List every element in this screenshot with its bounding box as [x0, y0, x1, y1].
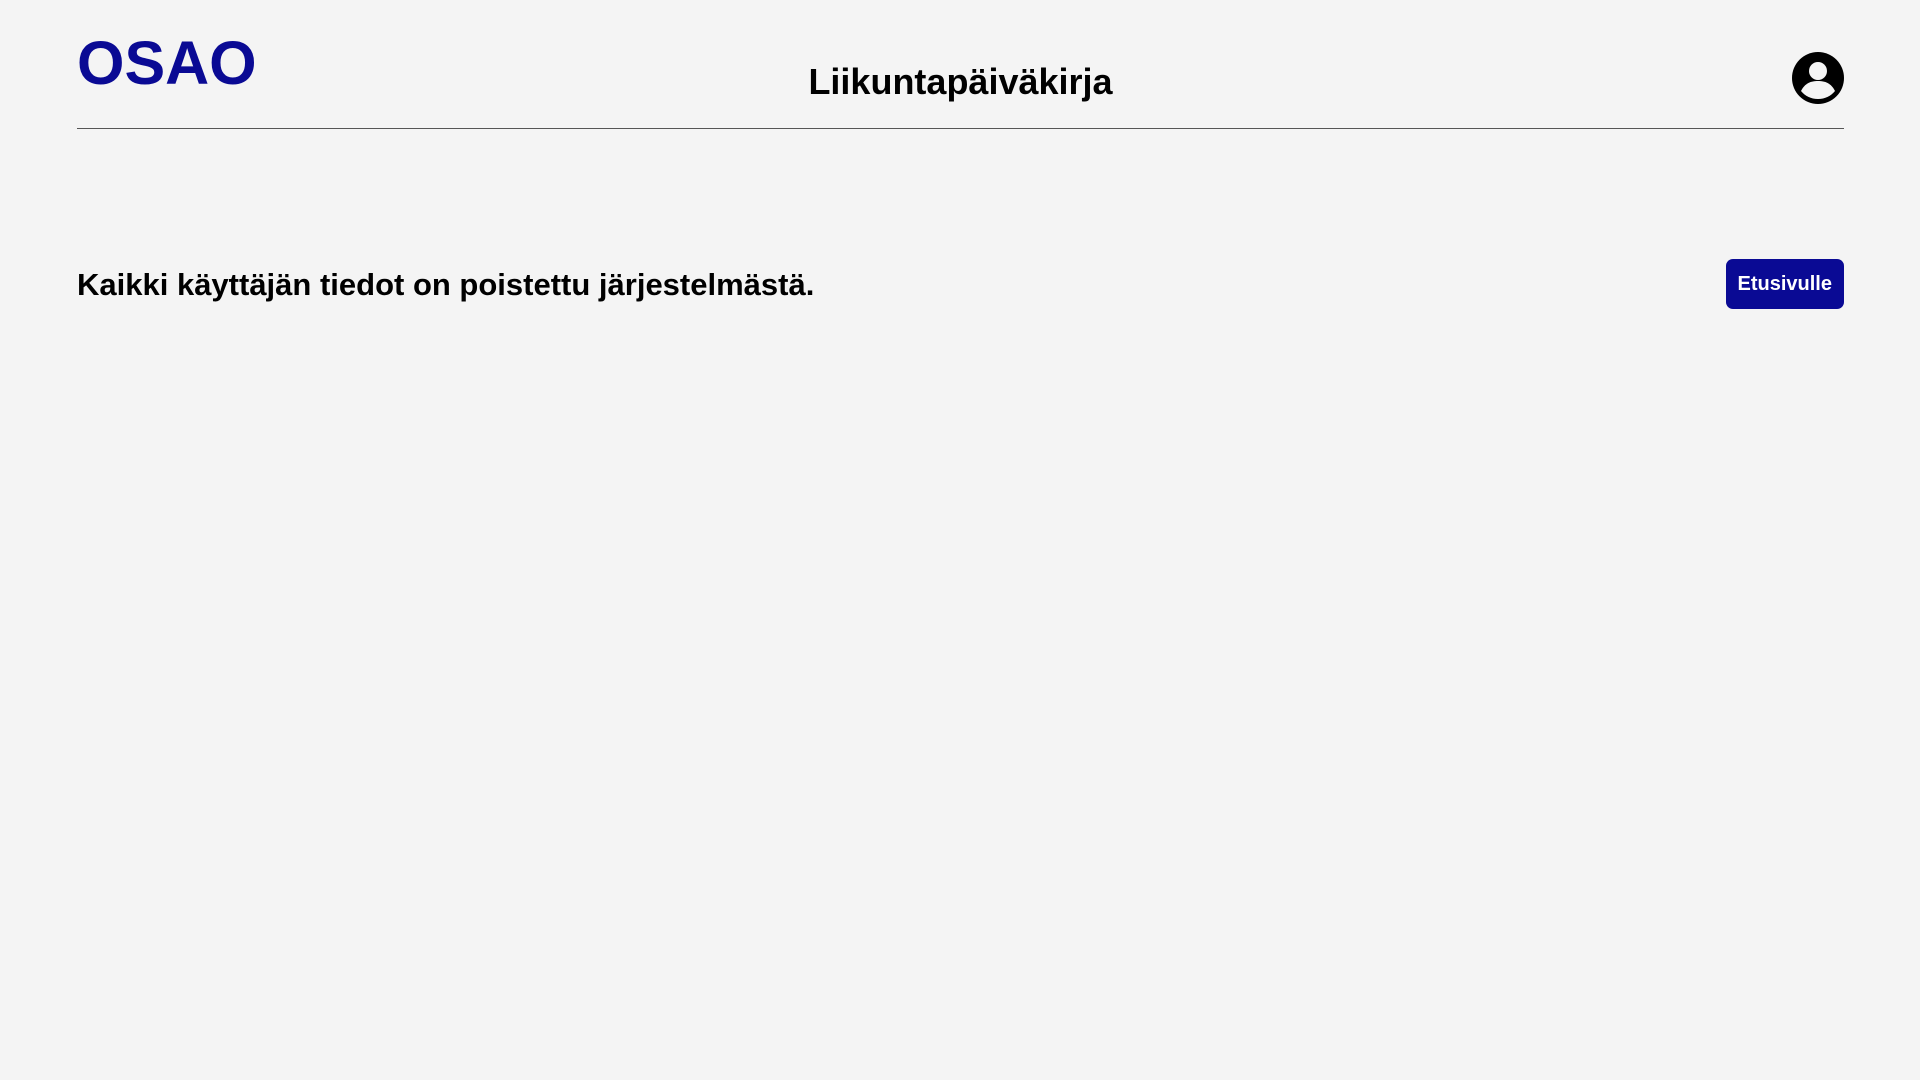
page: OSAO Liikuntapäiväkirja Kaikki käyttäjän… — [0, 0, 1920, 1080]
page-title: Liikuntapäiväkirja — [808, 61, 1113, 102]
account-circle-icon-graphic — [1792, 52, 1844, 104]
deletion-message: Kaikki käyttäjän tiedot on poistettu jär… — [77, 267, 815, 302]
header: OSAO Liikuntapäiväkirja — [77, 0, 1844, 129]
account-circle-icon[interactable] — [1792, 52, 1844, 104]
message-row: Kaikki käyttäjän tiedot on poistettu jär… — [77, 259, 1844, 310]
home-button[interactable]: Etusivulle — [1725, 259, 1844, 309]
